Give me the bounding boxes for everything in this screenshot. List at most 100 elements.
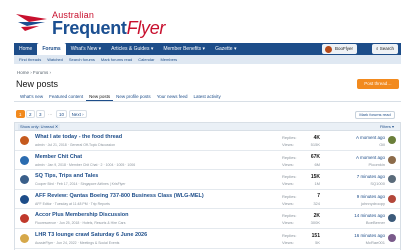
last-poster[interactable]: Gill xyxy=(379,142,385,147)
nav-item-articles-guides[interactable]: Articles & Guides ▾ xyxy=(106,43,158,55)
last-poster-avatar[interactable] xyxy=(388,155,396,164)
replies-label: Replies: xyxy=(282,213,297,219)
last-post-time[interactable]: 14 minutes ago xyxy=(354,213,385,218)
unread-filter-chip[interactable]: Show only: Unread ✕ xyxy=(18,124,61,130)
thread-author-avatar[interactable] xyxy=(20,194,29,204)
thread-row[interactable]: What I ate today - the food thread admin … xyxy=(15,131,400,151)
thread-row[interactable]: Member Chit Chat admin · Jan 9, 2018 · Me… xyxy=(15,150,400,171)
last-poster-avatar[interactable] xyxy=(388,214,396,223)
thread-row[interactable]: AFF Review: Qantas Boeing 737-800 Busine… xyxy=(15,189,400,210)
reply-count: 67K xyxy=(310,154,320,161)
site-logo[interactable]: Australian FrequentFlyer xyxy=(15,8,170,38)
post-thread-button[interactable]: Post thread… xyxy=(357,79,399,89)
last-poster[interactable]: BoeBerner xyxy=(366,220,385,225)
last-post-time[interactable]: A moment ago xyxy=(356,155,385,160)
thread-meta: AFF Editor · Tuesday at 11:48 PM · Trip … xyxy=(35,201,110,206)
pager-item[interactable]: 3 xyxy=(36,110,45,118)
main-nav: Home Forums What's New ▾ Articles & Guides … xyxy=(14,43,401,55)
site-header: Australian FrequentFlyer xyxy=(0,0,415,43)
breadcrumb[interactable]: Home › Forums › xyxy=(17,70,51,75)
thread-title[interactable]: Accor Plus Membership Discussion xyxy=(35,212,129,218)
pager-ellipsis: … xyxy=(48,111,53,116)
tab-what-s-new[interactable]: What's new xyxy=(17,93,46,101)
pager-item[interactable]: 1 xyxy=(16,110,25,118)
last-poster[interactable]: Ploomkin xyxy=(369,162,385,167)
pager-item[interactable]: 2 xyxy=(26,110,35,118)
last-poster-avatar[interactable] xyxy=(388,136,396,144)
tab-bar: What's new Featured content New posts New p… xyxy=(14,93,401,102)
thread-author-avatar[interactable] xyxy=(20,175,29,185)
nav-item-home[interactable]: Home xyxy=(14,43,37,55)
thread-title[interactable]: Member Chit Chat xyxy=(35,154,82,160)
tab-latest-activity[interactable]: Latest activity xyxy=(191,93,224,101)
last-post-time[interactable]: 7 minutes ago xyxy=(357,174,385,179)
tab-your-news-feed[interactable]: Your news feed xyxy=(154,93,191,101)
views-label: Views: xyxy=(282,200,294,206)
thread-author-avatar[interactable] xyxy=(20,155,29,165)
tab-new-posts[interactable]: New posts xyxy=(86,93,114,101)
thread-meta: AussieFlyer · Jun 24, 2022 · Meetings & … xyxy=(35,241,120,245)
last-post-time[interactable]: 16 minutes ago xyxy=(354,233,385,238)
pager-item[interactable]: Next › xyxy=(68,110,87,118)
nav-item-forums[interactable]: Forums xyxy=(37,43,66,55)
pagination: 1 2 3… 10 Next › xyxy=(16,110,87,118)
mark-read-button[interactable]: Mark forums read xyxy=(355,111,395,119)
reply-count: 7 xyxy=(317,193,320,200)
last-poster[interactable]: SQ1000 xyxy=(370,181,385,186)
subnav-mark-forums-read[interactable]: Mark forums read xyxy=(98,57,135,62)
thread-row[interactable]: LHR T3 lounge crawl Saturday 6 June 2026… xyxy=(15,229,400,249)
subnav-calendar[interactable]: Calendar xyxy=(135,57,157,62)
search-button[interactable]: ⌕ Search xyxy=(371,44,398,54)
thread-meta: Fluorescence · Jun 25, 2018 · Hotels, Re… xyxy=(35,221,126,226)
views-label: Views: xyxy=(282,220,294,226)
thread-meta: admin · Jul 21, 2018 · General Off-Topic… xyxy=(35,143,116,147)
replies-label: Replies: xyxy=(282,233,297,238)
thread-list: What I ate today - the food thread admin … xyxy=(14,131,401,250)
last-poster-avatar[interactable] xyxy=(388,234,396,242)
thread-meta: admin · Jan 9, 2018 · Member Chit Chat ·… xyxy=(35,162,136,167)
user-menu[interactable]: BooFlyer xyxy=(321,44,357,54)
thread-row[interactable]: SQ Tips, Trips and Tales Cooper Bird · Fe… xyxy=(15,170,400,190)
thread-author-avatar[interactable] xyxy=(20,234,29,243)
views-label: Views: xyxy=(282,161,294,167)
views-label: Views: xyxy=(282,142,294,147)
last-post-time[interactable]: A moment ago xyxy=(356,135,385,140)
thread-title[interactable]: AFF Review: Qantas Boeing 737-800 Busine… xyxy=(35,193,204,199)
filter-bar: Show only: Unread ✕ Filters ▾ xyxy=(14,122,401,131)
reply-count: 15K xyxy=(310,173,320,180)
subnav-watched[interactable]: Watched xyxy=(44,57,66,62)
last-poster[interactable]: McRae001 xyxy=(366,240,385,245)
thread-meta: Cooper Bird · Feb 17, 2014 · Singapore A… xyxy=(35,182,126,187)
last-poster[interactable]: johnnydroopy xyxy=(361,201,385,206)
thread-author-avatar[interactable] xyxy=(20,214,29,224)
last-poster-avatar[interactable] xyxy=(388,175,396,184)
thread-title[interactable]: What I ate today - the food thread xyxy=(35,134,122,140)
thread-row[interactable]: Accor Plus Membership Discussion Fluoresc… xyxy=(15,209,400,229)
subnav-search-forums[interactable]: Search forums xyxy=(66,57,98,62)
view-count: 324 xyxy=(313,200,320,206)
pager-item[interactable]: 10 xyxy=(56,110,68,118)
last-poster-avatar[interactable] xyxy=(388,194,396,203)
reply-count: 4K xyxy=(313,134,320,141)
replies-label: Replies: xyxy=(282,135,297,140)
last-post-time[interactable]: 9 minutes ago xyxy=(357,194,385,199)
tab-new-profile-posts[interactable]: New profile posts xyxy=(113,93,154,101)
replies-label: Replies: xyxy=(282,193,297,199)
view-count: 1M xyxy=(314,181,320,187)
view-count: 515K xyxy=(310,142,320,147)
thread-author-avatar[interactable] xyxy=(20,136,29,145)
views-label: Views: xyxy=(282,181,294,187)
nav-item-gazette[interactable]: Gazette ▾ xyxy=(210,43,241,55)
nav-item-what-s-new[interactable]: What's New ▾ xyxy=(66,43,106,55)
subnav-find-threads[interactable]: Find threads xyxy=(16,57,44,62)
reply-count: 151 xyxy=(311,232,320,239)
thread-title[interactable]: LHR T3 lounge crawl Saturday 6 June 2026 xyxy=(35,232,147,238)
filters-dropdown[interactable]: Filters ▾ xyxy=(380,124,394,130)
nav-item-member-benefits[interactable]: Member Benefits ▾ xyxy=(158,43,210,55)
tab-featured-content[interactable]: Featured content xyxy=(46,93,86,101)
subnav-members[interactable]: Members xyxy=(157,57,180,62)
view-count: 6M xyxy=(314,161,320,167)
view-count: 5K xyxy=(315,240,320,245)
view-count: 300K xyxy=(310,220,320,226)
thread-title[interactable]: SQ Tips, Trips and Tales xyxy=(35,173,98,179)
